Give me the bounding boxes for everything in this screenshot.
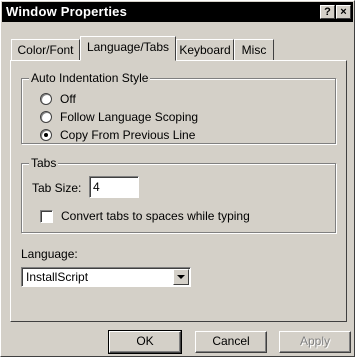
radio-off-indicator[interactable] (40, 93, 52, 105)
radio-copy-from-previous-line-indicator[interactable] (40, 129, 52, 141)
tabs-legend: Tabs (29, 156, 59, 170)
tabs-group: Tabs Tab Size: 4 Convert tabs to spaces … (21, 156, 336, 233)
radio-copy-from-previous-line[interactable]: Copy From Previous Line (40, 127, 195, 143)
tab-panel-language-tabs: Auto Indentation Style Off Follow Langua… (10, 60, 347, 322)
tab-keyboard[interactable]: Keyboard (176, 39, 234, 60)
radio-follow-language-scoping-label: Follow Language Scoping (60, 110, 199, 124)
tab-misc[interactable]: Misc (234, 39, 274, 60)
close-button[interactable]: × (336, 5, 351, 19)
auto-indentation-legend: Auto Indentation Style (29, 71, 151, 85)
language-select-value: InstallScript (26, 270, 89, 284)
convert-tabs-checkbox[interactable] (40, 209, 53, 223)
auto-indentation-group: Auto Indentation Style Off Follow Langua… (21, 71, 336, 144)
convert-tabs-row[interactable]: Convert tabs to spaces while typing (40, 208, 250, 224)
radio-off[interactable]: Off (40, 91, 76, 107)
convert-tabs-label: Convert tabs to spaces while typing (61, 209, 250, 223)
window-properties-dialog: Window Properties ? × Color/Font Languag… (0, 0, 355, 357)
tab-color-font[interactable]: Color/Font (11, 39, 80, 60)
chevron-down-icon[interactable] (173, 269, 189, 285)
tab-size-input[interactable]: 4 (89, 176, 139, 198)
radio-follow-language-scoping-indicator[interactable] (40, 111, 52, 123)
radio-off-label: Off (60, 92, 76, 106)
language-select[interactable]: InstallScript (21, 267, 191, 287)
radio-follow-language-scoping[interactable]: Follow Language Scoping (40, 109, 198, 125)
help-button[interactable]: ? (320, 5, 335, 19)
apply-button[interactable]: Apply (279, 331, 351, 353)
tab-language-tabs[interactable]: Language/Tabs (80, 36, 176, 61)
cancel-button[interactable]: Cancel (195, 331, 267, 353)
tab-size-label: Tab Size: (32, 181, 82, 195)
window-title: Window Properties (6, 4, 128, 19)
radio-copy-from-previous-line-label: Copy From Previous Line (60, 128, 196, 142)
title-bar[interactable]: Window Properties ? × (2, 2, 353, 22)
ok-button[interactable]: OK (108, 330, 182, 354)
language-label: Language: (21, 247, 78, 261)
